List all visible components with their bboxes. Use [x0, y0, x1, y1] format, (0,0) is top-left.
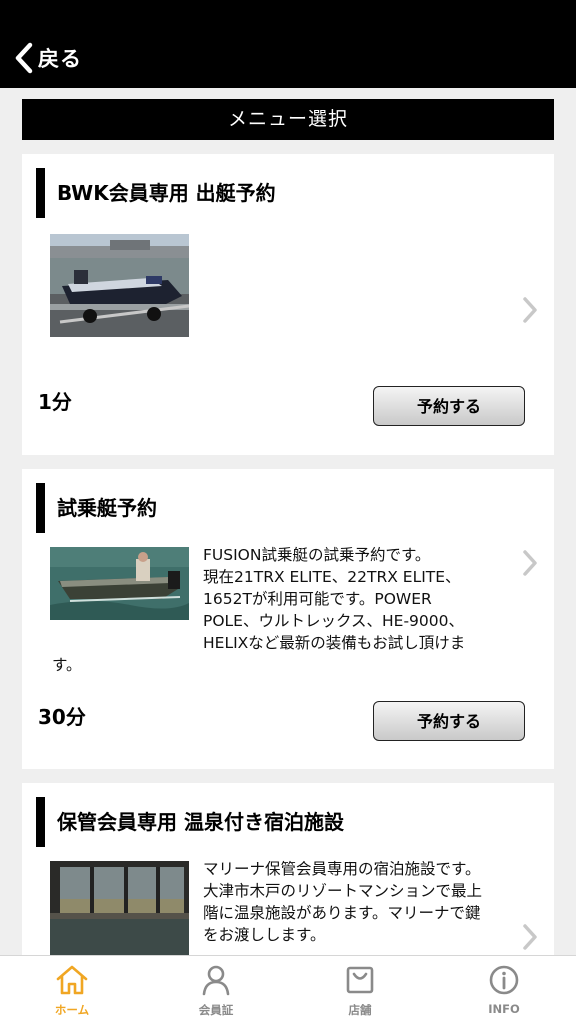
menu-description: FUSION試乗艇の試乗予約です。 現在21TRX ELITE、22TRX EL…	[52, 544, 492, 676]
menu-title: 保管会員専用 温泉付き宿泊施設	[36, 797, 344, 847]
reserve-button[interactable]: 予約する	[373, 701, 525, 741]
section-header: メニュー選択	[22, 99, 554, 140]
tab-label: 会員証	[198, 1003, 234, 1017]
description-line: 大津市木戸のリゾートマンションで最上	[203, 882, 483, 900]
description-line: 1652Tが利用可能です。POWER	[203, 590, 432, 608]
menu-duration: 1分	[38, 390, 72, 414]
menu-description: マリーナ保管会員専用の宿泊施設です。 大津市木戸のリゾートマンションで最上 階に…	[52, 858, 492, 946]
menu-card[interactable]: 保管会員専用 温泉付き宿泊施設 マリーナ保管会員専用の宿泊施設です。 大津市木戸…	[22, 783, 554, 955]
tab-bar: ホーム 会員証 店舗 INFO	[0, 955, 576, 1025]
description-line: FUSION試乗艇の試乗予約です。	[203, 546, 431, 564]
tab-label: INFO	[488, 1002, 520, 1016]
chevron-left-icon	[14, 42, 34, 74]
description-line: POLE、ウルトレックス、HE-9000、	[203, 612, 464, 630]
chevron-right-icon[interactable]	[522, 296, 538, 328]
description-line: マリーナ保管会員専用の宿泊施設です。	[203, 860, 481, 878]
menu-list[interactable]: BWK会員専用 出艇予約 1分 予約する 試乗艇予約 FUSION試乗艇の試乗予…	[0, 140, 576, 955]
menu-card[interactable]: 試乗艇予約 FUSION試乗艇の試乗予約です。 現在21TRX ELITE、22…	[22, 469, 554, 769]
description-line: す。	[52, 656, 82, 674]
tab-membership-card[interactable]: 会員証	[144, 956, 288, 1025]
info-icon	[487, 964, 521, 996]
description-line: をお渡しします。	[203, 926, 326, 944]
description-line: 階に温泉施設があります。マリーナで鍵	[203, 904, 481, 922]
store-icon	[343, 964, 377, 996]
tab-label: ホーム	[54, 1003, 90, 1017]
tab-home[interactable]: ホーム	[0, 956, 144, 1025]
person-icon	[199, 964, 233, 996]
menu-card[interactable]: BWK会員専用 出艇予約 1分 予約する	[22, 154, 554, 455]
back-button[interactable]: 戻る	[14, 40, 82, 76]
tab-store[interactable]: 店舗	[288, 956, 432, 1025]
home-icon	[55, 964, 89, 996]
description-line: 現在21TRX ELITE、22TRX ELITE、	[203, 568, 461, 586]
chevron-right-icon[interactable]	[522, 923, 538, 955]
top-bar: 戻る	[0, 0, 576, 88]
tab-info[interactable]: INFO	[432, 956, 576, 1025]
back-label: 戻る	[38, 47, 82, 71]
menu-title: BWK会員専用 出艇予約	[36, 168, 276, 218]
tab-label: 店舗	[348, 1003, 372, 1017]
reserve-button[interactable]: 予約する	[373, 386, 525, 426]
menu-duration: 30分	[38, 705, 86, 729]
description-line: HELIXなど最新の装備もお試し頂けま	[203, 634, 466, 652]
menu-image-boat-trailer	[50, 234, 189, 337]
chevron-right-icon[interactable]	[522, 549, 538, 581]
menu-title: 試乗艇予約	[36, 483, 157, 533]
